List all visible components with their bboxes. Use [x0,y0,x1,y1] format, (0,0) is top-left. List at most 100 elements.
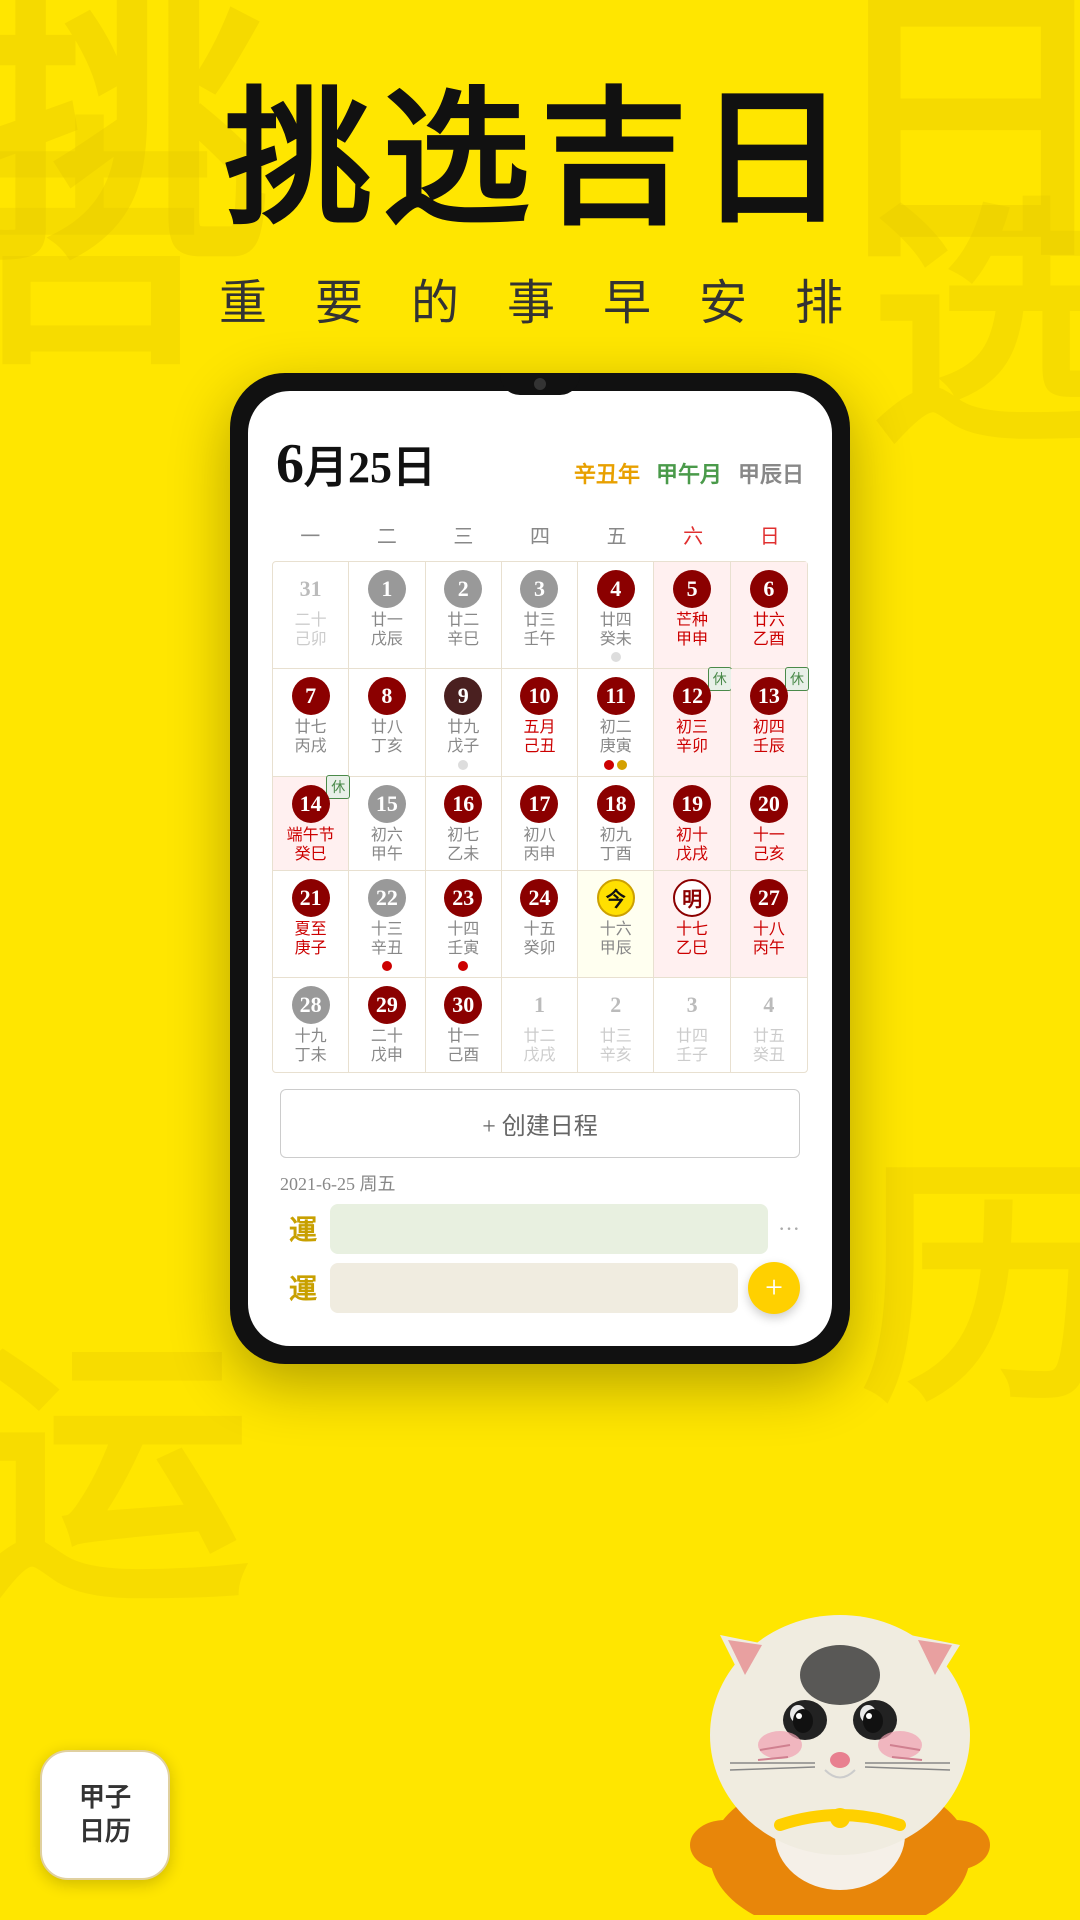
day-lunar: 廿四壬子 [676,1027,708,1065]
day-num: 5 [673,570,711,608]
dow-tue: 二 [349,514,426,555]
day-lunar: 十五癸卯 [523,920,555,958]
cal-day-10[interactable]: 10 五月己丑 [502,669,578,775]
dow-fri: 五 [578,514,655,555]
day-lunar: 廿一己酉 [447,1027,479,1065]
cal-day-11[interactable]: 11 初二庚寅 [578,669,654,775]
cal-day-27-sun[interactable]: 27 十八丙午 [731,871,807,977]
day-lunar: 十三辛丑 [371,920,403,958]
day-lunar: 廿四癸未 [600,611,632,649]
cal-week-4: 21 夏至庚子 22 十三辛丑 23 十四壬寅 24 [273,871,807,978]
day-lunar: 廿八丁亥 [371,718,403,756]
day-num: 19 [673,785,711,823]
day-lunar: 初四壬辰 [753,718,785,756]
day-num: 2 [597,986,635,1024]
day-lunar: 十四壬寅 [447,920,479,958]
day-lunar: 十九丁未 [295,1027,327,1065]
day-lunar: 十八丙午 [753,920,785,958]
create-schedule-button[interactable]: + 创建日程 [280,1089,800,1158]
cal-day-4[interactable]: 4 廿四癸未 [578,562,654,668]
cal-day-12-sat[interactable]: 休 12 初三辛卯 [654,669,730,775]
day-lunar: 初三辛卯 [676,718,708,756]
cal-day-25-today[interactable]: 今 十六甲辰 [578,871,654,977]
dot-row [604,760,627,770]
day-lunar: 初八丙申 [523,826,555,864]
cal-day-3-next[interactable]: 3 廿四壬子 [654,978,730,1071]
cal-day-3[interactable]: 3 廿三壬午 [502,562,578,668]
cal-week-3: 休 14 端午节癸巳 15 初六甲午 16 初七乙未 17 初八丙申 [273,777,807,871]
fab-add-button[interactable]: + [748,1262,800,1314]
day-num: 22 [368,879,406,917]
day-num: 13 [750,677,788,715]
cal-day-4-next[interactable]: 4 廿五癸丑 [731,978,807,1071]
lunar-header: 辛丑年 甲午月 甲辰日 [574,457,804,489]
app-icon[interactable]: 甲子 日历 [40,1750,170,1880]
day-num: 18 [597,785,635,823]
cal-day-2[interactable]: 2 廿二辛巳 [426,562,502,668]
dot-row [611,652,621,662]
day-lunar: 廿三壬午 [523,611,555,649]
dot [617,760,627,770]
cal-week-5: 28 十九丁未 29 二十戊申 30 廿一己酉 1 廿二戊戌 [273,978,807,1071]
schedule-row-2: 運 + [280,1262,800,1314]
day-num-tomorrow: 明 [673,879,711,917]
day-num: 31 [292,570,330,608]
yun-label-2: 運 [280,1274,320,1302]
cal-day-2-next[interactable]: 2 廿三辛亥 [578,978,654,1071]
cal-day-16[interactable]: 16 初七乙未 [426,777,502,870]
cal-day-31-prev[interactable]: 31 二十己卯 [273,562,349,668]
cal-day-19-sat[interactable]: 19 初十戊戌 [654,777,730,870]
cal-day-7[interactable]: 7 廿七丙戌 [273,669,349,775]
cal-day-29[interactable]: 29 二十戊申 [349,978,425,1071]
cal-day-30[interactable]: 30 廿一己酉 [426,978,502,1071]
cal-day-13-sun[interactable]: 休 13 初四壬辰 [731,669,807,775]
cal-day-17[interactable]: 17 初八丙申 [502,777,578,870]
day-num: 23 [444,879,482,917]
day-lunar: 初七乙未 [447,826,479,864]
cal-day-1-next[interactable]: 1 廿二戊戌 [502,978,578,1071]
cal-day-26[interactable]: 明 十七乙巳 [654,871,730,977]
day-lunar: 廿九戊子 [447,718,479,756]
day-lunar: 廿二辛巳 [447,611,479,649]
cal-day-5-sat[interactable]: 5 芒种甲申 [654,562,730,668]
cal-day-20-sun[interactable]: 20 十一己亥 [731,777,807,870]
day-num: 30 [444,986,482,1024]
dot [458,961,468,971]
phone-camera [534,378,546,390]
cal-day-6-sun[interactable]: 6 廿六乙酉 [731,562,807,668]
cal-day-9[interactable]: 9 廿九戊子 [426,669,502,775]
schedule-row: 運 ··· [280,1204,800,1254]
sub-title: 重 要 的 事 早 安 排 [0,263,1080,333]
day-num: 8 [368,677,406,715]
day-num: 3 [520,570,558,608]
lunar-year: 辛丑年 [574,457,640,489]
cal-day-21[interactable]: 21 夏至庚子 [273,871,349,977]
cal-day-8[interactable]: 8 廿八丁亥 [349,669,425,775]
day-num: 10 [520,677,558,715]
day-lunar: 十六甲辰 [600,920,632,958]
day-lunar: 二十戊申 [371,1027,403,1065]
cal-day-28[interactable]: 28 十九丁未 [273,978,349,1071]
cal-day-1[interactable]: 1 廿一戊辰 [349,562,425,668]
day-num-today: 今 [597,879,635,917]
schedule-more-button[interactable]: ··· [778,1216,800,1242]
day-num: 6 [750,570,788,608]
cal-day-22[interactable]: 22 十三辛丑 [349,871,425,977]
cal-day-23[interactable]: 23 十四壬寅 [426,871,502,977]
cal-day-15[interactable]: 15 初六甲午 [349,777,425,870]
cal-day-24[interactable]: 24 十五癸卯 [502,871,578,977]
month-number: 6 [276,433,304,495]
day-num: 21 [292,879,330,917]
day-num: 20 [750,785,788,823]
dow-thu: 四 [502,514,579,555]
cal-day-18[interactable]: 18 初九丁酉 [578,777,654,870]
day-lunar: 廿三辛亥 [600,1027,632,1065]
cat-svg [650,1415,1030,1915]
schedule-date-label: 2021-6-25 周五 [280,1170,800,1196]
schedule-card-2[interactable] [330,1263,738,1313]
day-lunar: 端午节癸巳 [287,826,335,864]
app-icon-text: 甲子 日历 [79,1781,131,1849]
schedule-card[interactable] [330,1204,768,1254]
schedule-section: 2021-6-25 周五 運 ··· 運 + [272,1158,808,1326]
cal-day-14[interactable]: 休 14 端午节癸巳 [273,777,349,870]
